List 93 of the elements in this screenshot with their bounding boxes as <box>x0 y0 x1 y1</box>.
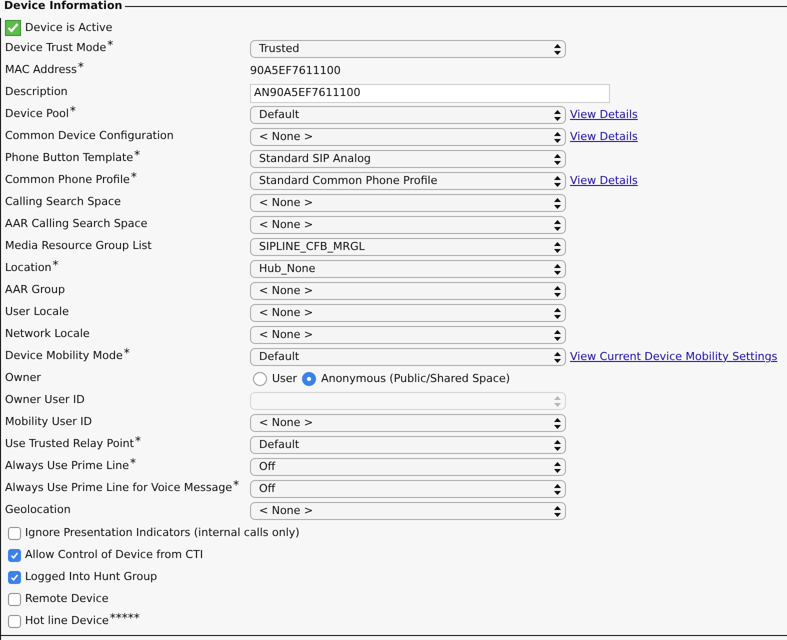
required-mark: * <box>107 40 114 50</box>
dropdown[interactable]: SIPLINE_CFB_MRGL <box>250 238 566 256</box>
required-mark: * <box>130 458 136 468</box>
dropdown[interactable]: Default <box>250 436 566 454</box>
dropdown[interactable]: < None > <box>250 194 566 212</box>
required-mark: ***** <box>110 612 140 623</box>
field-label: Device Trust Mode <box>5 40 106 56</box>
dropdown[interactable]: Off <box>250 480 566 498</box>
dropdown-arrows-icon <box>554 462 561 472</box>
required-mark: * <box>52 260 59 270</box>
dropdown-arrows-icon <box>554 330 561 340</box>
dropdown-arrows-icon <box>554 154 561 164</box>
checkbox-label: Remote Device <box>25 590 109 607</box>
required-mark: * <box>134 150 140 160</box>
field-label: AAR Group <box>5 282 65 298</box>
radio-button[interactable] <box>253 372 267 386</box>
dropdown-arrows-icon <box>554 132 561 142</box>
dropdown[interactable]: Default <box>250 348 566 366</box>
section-title: Device Information <box>3 0 124 12</box>
checkbox-label: Allow Control of Device from CTI <box>25 546 204 563</box>
checkbox[interactable] <box>8 570 21 584</box>
dropdown-arrows-icon <box>554 440 561 450</box>
dropdown-arrows-icon <box>554 286 561 296</box>
field-value: 90A5EF7611100 <box>250 62 341 79</box>
checkbox-icon[interactable] <box>5 20 21 36</box>
dropdown[interactable]: < None > <box>250 304 566 322</box>
details-link[interactable]: View Details <box>570 106 638 124</box>
required-mark: * <box>134 436 141 446</box>
dropdown-arrows-icon <box>554 44 561 54</box>
field-label: AAR Calling Search Space <box>5 216 148 232</box>
field-label: Geolocation <box>5 502 71 518</box>
field-label: Always Use Prime Line <box>5 458 130 474</box>
details-link[interactable]: View Current Device Mobility Settings <box>570 348 778 366</box>
field-label: Calling Search Space <box>5 194 121 210</box>
checkbox[interactable] <box>8 526 21 540</box>
dropdown[interactable]: Standard SIP Analog <box>250 150 566 168</box>
field-label: Media Resource Group List <box>5 238 152 254</box>
field-label: Phone Button Template <box>5 150 134 166</box>
description-field[interactable]: AN90A5EF7611100 <box>250 84 610 102</box>
dropdown[interactable]: < None > <box>250 216 566 234</box>
field-label: Mobility User ID <box>5 414 92 430</box>
dropdown[interactable]: < None > <box>250 502 566 520</box>
required-mark: * <box>70 106 76 116</box>
field-label: Location <box>5 260 52 276</box>
field-label: Common Phone Profile <box>5 172 130 188</box>
field-label: MAC Address <box>5 62 77 78</box>
dropdown[interactable]: < None > <box>250 326 566 344</box>
required-mark: * <box>78 62 84 72</box>
dropdown-arrows-icon <box>554 264 561 274</box>
dropdown-arrows-icon <box>554 484 561 494</box>
field-label: User Locale <box>5 304 69 320</box>
dropdown-arrows-icon <box>554 352 561 362</box>
dropdown[interactable]: Trusted <box>250 40 566 58</box>
required-mark: * <box>130 172 137 182</box>
dropdown[interactable]: Off <box>250 458 566 476</box>
checkbox[interactable] <box>8 614 21 628</box>
field-label: Owner <box>5 370 41 386</box>
dropdown-arrows-icon <box>554 396 561 406</box>
checkbox-label: Hot line Device <box>25 612 109 629</box>
checkbox-label: Ignore Presentation Indicators (internal calls only) <box>25 524 300 541</box>
dropdown[interactable]: Hub_None <box>250 260 566 278</box>
dropdown[interactable]: < None > <box>250 282 566 300</box>
field-label: Device Pool <box>5 106 69 122</box>
radio-label: User <box>272 370 298 387</box>
radio-label: Anonymous (Public/Shared Space) <box>321 370 510 387</box>
dropdown-arrows-icon <box>554 176 561 186</box>
field-label: Common Device Configuration <box>5 128 174 144</box>
dropdown[interactable]: Standard Common Phone Profile <box>250 172 566 190</box>
dropdown-arrows-icon <box>554 198 561 208</box>
dropdown[interactable]: Default <box>250 106 566 124</box>
checkbox[interactable] <box>8 548 21 562</box>
required-mark: * <box>124 348 130 358</box>
field-label: Device Mobility Mode <box>5 348 123 364</box>
dropdown-arrows-icon <box>554 506 561 516</box>
details-link[interactable]: View Details <box>570 172 638 190</box>
dropdown[interactable]: < None > <box>250 414 566 432</box>
details-link[interactable]: View Details <box>570 128 638 146</box>
dropdown[interactable]: < None > <box>250 128 566 146</box>
field-label: Owner User ID <box>5 392 85 408</box>
dropdown-arrows-icon <box>554 220 561 230</box>
checkbox[interactable] <box>8 592 21 606</box>
dropdown-arrows-icon <box>554 242 561 252</box>
field-label: Use Trusted Relay Point <box>5 436 134 452</box>
field-label: Always Use Prime Line for Voice Message <box>5 480 232 496</box>
checkbox-label: Logged Into Hunt Group <box>25 568 158 585</box>
dropdown-arrows-icon <box>554 308 561 318</box>
field-label: Network Locale <box>5 326 90 342</box>
checkbox-label: Device is Active <box>25 20 112 36</box>
field-label: Description <box>5 84 68 100</box>
dropdown-arrows-icon <box>554 110 561 120</box>
dropdown-arrows-icon <box>554 418 561 428</box>
required-mark: * <box>233 480 240 490</box>
radio-button[interactable] <box>302 372 316 386</box>
